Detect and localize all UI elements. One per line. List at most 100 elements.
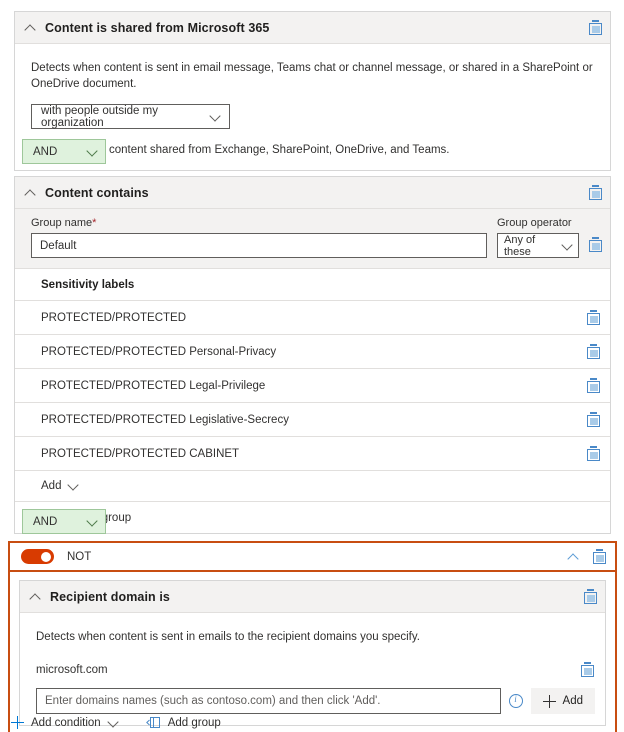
table-row: PROTECTED/PROTECTED Legal-Privilege: [15, 369, 610, 403]
sensitivity-label-list: PROTECTED/PROTECTED PROTECTED/PROTECTED …: [15, 301, 610, 471]
domain-input[interactable]: [36, 688, 501, 714]
add-label-button[interactable]: Add: [15, 471, 610, 502]
chevron-down-icon: [108, 717, 120, 729]
delete-label-button[interactable]: [587, 446, 600, 461]
not-group-header: NOT: [10, 543, 615, 572]
sensitivity-label-name: PROTECTED/PROTECTED Personal-Privacy: [41, 345, 277, 358]
delete-label-button[interactable]: [587, 344, 600, 359]
chevron-down-icon: [87, 146, 99, 158]
trash-lid: [592, 237, 599, 239]
trash-lid: [592, 185, 599, 187]
group-name-label-text: Group name: [31, 217, 93, 229]
sensitivity-label-name: PROTECTED/PROTECTED Legislative-Secrecy: [41, 413, 289, 426]
trash-lid: [590, 310, 597, 312]
not-group-body: Recipient domain is Detects when content…: [10, 572, 615, 732]
add-group-label: Add group: [167, 716, 221, 729]
condition-description: Detects when content is sent in emails t…: [36, 631, 420, 643]
delete-label-button[interactable]: [587, 378, 600, 393]
condition-header[interactable]: Recipient domain is: [20, 581, 605, 613]
add-label-text: Add: [41, 480, 62, 492]
delete-condition-button[interactable]: [584, 589, 597, 604]
sensitivity-label-name: PROTECTED/PROTECTED: [41, 311, 187, 324]
add-condition-label: Add condition: [31, 716, 101, 729]
delete-label-button[interactable]: [587, 310, 600, 325]
group-operator-dropdown[interactable]: Any of these: [497, 233, 579, 258]
not-toggle[interactable]: [21, 549, 54, 564]
group-name-input[interactable]: [31, 233, 487, 258]
trash-can: [587, 415, 600, 427]
delete-group-button[interactable]: [589, 237, 602, 252]
trash-lid: [592, 20, 599, 22]
sensitivity-labels-header: Sensitivity labels: [15, 269, 610, 301]
trash-can: [589, 240, 602, 252]
sensitivity-label-name: PROTECTED/PROTECTED Legal-Privilege: [41, 379, 266, 392]
operator-label: AND: [33, 145, 58, 158]
chevron-down-icon: [68, 480, 80, 492]
toggle-knob: [41, 551, 51, 562]
chevron-down-icon: [87, 516, 99, 528]
operator-label: AND: [33, 515, 58, 528]
condition-footnote: Applies only to content shared from Exch…: [31, 144, 450, 156]
condition-builder-page: Content is shared from Microsoft 365 Det…: [0, 0, 624, 732]
condition-description: Detects when content is sent in email me…: [31, 62, 593, 90]
chevron-down-icon: [210, 111, 222, 123]
chevron-up-icon[interactable]: [568, 551, 580, 563]
group-name-label: Group name*: [31, 217, 487, 229]
not-group: NOT Recipient domain is Detects when con…: [8, 541, 617, 732]
condition-title: Recipient domain is: [50, 589, 170, 604]
trash-lid: [596, 549, 603, 551]
delete-domain-button[interactable]: [581, 662, 594, 677]
delete-condition-button[interactable]: [589, 185, 602, 200]
add-condition-button[interactable]: Add condition: [11, 716, 120, 729]
domain-value: microsoft.com: [36, 663, 108, 676]
trash-lid: [587, 589, 594, 591]
table-row: PROTECTED/PROTECTED Personal-Privacy: [15, 335, 610, 369]
info-circle-icon[interactable]: [508, 694, 523, 708]
table-row: PROTECTED/PROTECTED CABINET: [15, 437, 610, 471]
delete-label-button[interactable]: [587, 412, 600, 427]
condition-header[interactable]: Content contains: [15, 177, 610, 209]
group-operator-label: Group operator: [497, 217, 572, 229]
condition-header[interactable]: Content is shared from Microsoft 365: [15, 12, 610, 44]
delete-group-button[interactable]: [593, 549, 606, 564]
plus-icon: [542, 694, 556, 708]
add-group-button[interactable]: Add group: [145, 716, 221, 729]
required-asterisk: *: [92, 217, 97, 229]
chevron-up-icon[interactable]: [25, 187, 37, 199]
trash-can: [593, 552, 606, 564]
footer-actions: Add condition Add group: [0, 716, 221, 729]
logical-operator-and-1[interactable]: AND: [22, 139, 106, 164]
add-group-icon: [145, 716, 161, 729]
trash-can: [589, 23, 602, 35]
group-operator-value: Any of these: [504, 233, 536, 258]
plus-icon: [11, 716, 24, 729]
chevron-down-icon: [562, 240, 574, 252]
chevron-up-icon[interactable]: [25, 22, 37, 34]
chevron-up-icon[interactable]: [30, 591, 42, 603]
trash-can: [581, 665, 594, 677]
trash-lid: [584, 662, 591, 664]
domain-entry-row: Add: [36, 688, 595, 714]
table-row: PROTECTED/PROTECTED: [15, 301, 610, 335]
table-row: PROTECTED/PROTECTED Legislative-Secrecy: [15, 403, 610, 437]
condition-body: Detects when content is sent in emails t…: [20, 613, 605, 725]
sharing-scope-dropdown[interactable]: with people outside my organization: [31, 104, 230, 129]
condition-card-recipient-domain: Recipient domain is Detects when content…: [19, 580, 606, 726]
group-settings-row: Group name* Group operator Any of these: [15, 209, 610, 269]
add-domain-button[interactable]: Add: [530, 688, 595, 714]
trash-can: [589, 188, 602, 200]
table-row: microsoft.com: [36, 653, 595, 686]
delete-condition-button[interactable]: [589, 20, 602, 35]
trash-lid: [590, 446, 597, 448]
condition-card-content-contains: Content contains Group name* Group opera…: [14, 176, 611, 534]
condition-title: Content is shared from Microsoft 365: [45, 20, 270, 35]
trash-can: [584, 592, 597, 604]
trash-can: [587, 347, 600, 359]
trash-lid: [590, 412, 597, 414]
trash-can: [587, 381, 600, 393]
group-operator-field: Group operator Any of these: [497, 217, 579, 258]
not-toggle-label: NOT: [67, 550, 92, 563]
trash-can: [587, 449, 600, 461]
trash-lid: [590, 378, 597, 380]
logical-operator-and-2[interactable]: AND: [22, 509, 106, 534]
